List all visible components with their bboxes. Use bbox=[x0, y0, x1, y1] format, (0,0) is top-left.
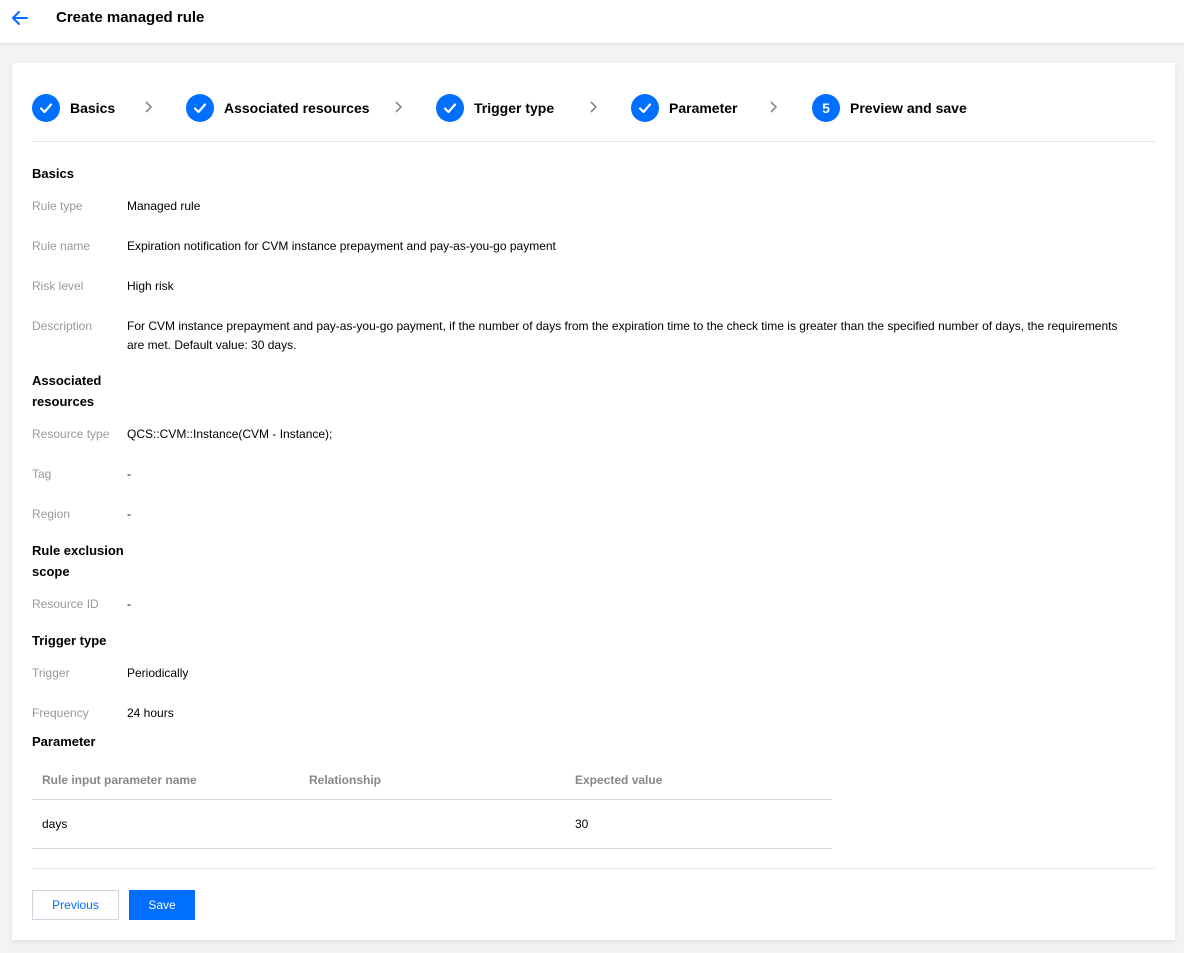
section-title-associated-resources: Associated resources bbox=[32, 370, 101, 412]
step-label: Associated resources bbox=[224, 100, 370, 116]
parameter-table: Rule input parameter name Relationship E… bbox=[32, 763, 832, 849]
rule-type-value: Managed rule bbox=[127, 199, 201, 213]
top-bar: Create managed rule bbox=[0, 0, 1184, 44]
chevron-right-icon bbox=[770, 101, 778, 113]
resource-type-label: Resource type bbox=[32, 427, 110, 441]
trigger-value: Periodically bbox=[127, 666, 189, 680]
step-parameter[interactable]: Parameter bbox=[631, 94, 738, 122]
region-label: Region bbox=[32, 507, 71, 521]
check-icon bbox=[631, 94, 659, 122]
stepper: Basics Associated resources Trigger type… bbox=[12, 63, 1175, 142]
divider bbox=[32, 141, 1155, 142]
main-card: Basics Associated resources Trigger type… bbox=[12, 63, 1175, 940]
section-title-line: Rule exclusion bbox=[32, 543, 124, 558]
chevron-right-icon bbox=[395, 101, 403, 113]
region-value: - bbox=[127, 507, 131, 521]
description-value: For CVM instance prepayment and pay-as-y… bbox=[127, 319, 1118, 352]
section-title-trigger-type: Trigger type bbox=[32, 633, 107, 648]
rule-type-label: Rule type bbox=[32, 199, 83, 213]
frequency-label: Frequency bbox=[32, 706, 89, 720]
previous-button[interactable]: Previous bbox=[32, 890, 119, 920]
step-trigger-type[interactable]: Trigger type bbox=[436, 94, 554, 122]
expected-value-cell: 30 bbox=[575, 817, 589, 831]
section-title-rule-exclusion-scope: Rule exclusion scope bbox=[32, 540, 124, 582]
column-header: Relationship bbox=[309, 773, 382, 787]
step-number: 5 bbox=[812, 94, 840, 122]
step-associated-resources[interactable]: Associated resources bbox=[186, 94, 370, 122]
step-label: Trigger type bbox=[474, 100, 555, 116]
resource-id-label: Resource ID bbox=[32, 597, 99, 611]
section-title-line: scope bbox=[32, 564, 70, 579]
rule-name-label: Rule name bbox=[32, 239, 91, 253]
chevron-right-icon bbox=[590, 101, 598, 113]
arrow-left-icon[interactable] bbox=[8, 6, 32, 30]
save-button[interactable]: Save bbox=[129, 890, 195, 920]
param-name-cell: days bbox=[42, 817, 68, 831]
check-icon bbox=[186, 94, 214, 122]
step-label: Basics bbox=[70, 100, 116, 116]
column-header: Expected value bbox=[575, 773, 663, 787]
resource-type-value: QCS::CVM::Instance(CVM - Instance); bbox=[127, 427, 333, 441]
trigger-label: Trigger bbox=[32, 666, 70, 680]
page-title: Create managed rule bbox=[56, 9, 205, 26]
check-icon bbox=[436, 94, 464, 122]
divider bbox=[32, 868, 1155, 869]
section-title-basics: Basics bbox=[32, 166, 74, 181]
rule-name-value: Expiration notification for CVM instance… bbox=[127, 239, 556, 253]
table-header: Rule input parameter name Relationship E… bbox=[32, 763, 832, 800]
column-header: Rule input parameter name bbox=[42, 773, 197, 787]
resource-id-value: - bbox=[127, 597, 131, 611]
step-label: Preview and save bbox=[850, 100, 967, 116]
section-title-line: resources bbox=[32, 394, 95, 409]
step-label: Parameter bbox=[669, 100, 738, 116]
frequency-value: 24 hours bbox=[127, 706, 174, 720]
chevron-right-icon bbox=[145, 101, 153, 113]
step-basics[interactable]: Basics bbox=[32, 94, 115, 122]
description-label: Description bbox=[32, 319, 93, 333]
tag-value: - bbox=[127, 467, 131, 481]
risk-level-value: High risk bbox=[127, 279, 174, 293]
section-title-parameter: Parameter bbox=[32, 734, 96, 749]
table-row: days 30 bbox=[32, 800, 832, 849]
section-title-line: Associated bbox=[32, 373, 102, 388]
tag-label: Tag bbox=[32, 467, 52, 481]
check-icon bbox=[32, 94, 60, 122]
risk-level-label: Risk level bbox=[32, 279, 84, 293]
step-preview-and-save[interactable]: 5 Preview and save bbox=[812, 94, 967, 122]
